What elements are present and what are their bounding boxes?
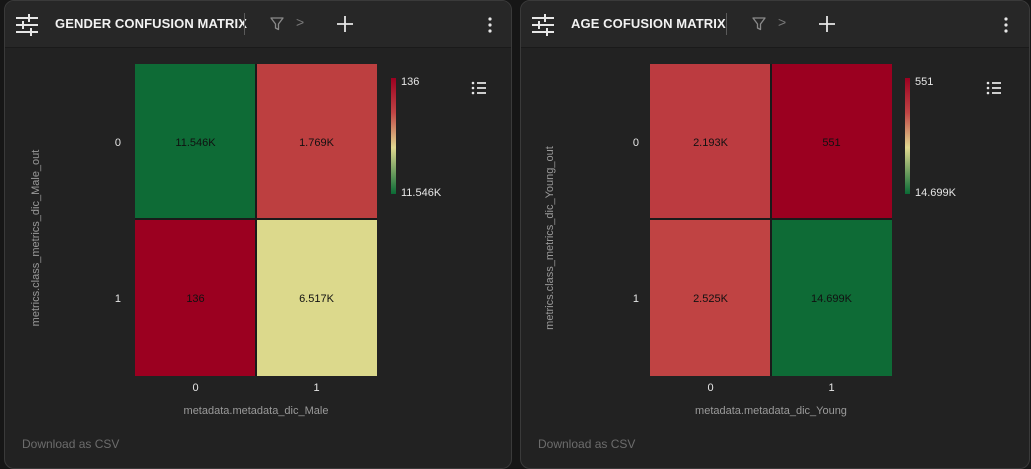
cell-label: 11.546K [175,137,216,149]
breadcrumb-chevron: > [778,14,787,30]
x-tick-label: 0 [707,382,713,394]
header-divider [244,13,245,35]
y-tick-label: 0 [115,137,121,149]
cell-label: 136 [186,293,204,305]
add-icon[interactable] [819,16,835,32]
header-divider [726,13,727,35]
cell-label: 6.517K [299,293,335,305]
colorbar-min-label: 14.699K [915,187,957,199]
download-csv-link[interactable]: Download as CSV [538,437,635,451]
panel-header: GENDER CONFUSION MATRIX > [5,1,511,48]
x-tick-label: 1 [313,382,319,394]
cell-1-1: 14.699K [771,219,892,376]
x-axis-title: metadata.metadata_dic_Young [695,405,847,417]
panel-title: GENDER CONFUSION MATRIX [55,16,248,31]
cell-label: 2.525K [693,293,729,305]
cell-0-1: 2.525K [650,219,771,376]
settings-sliders-icon[interactable] [532,14,554,36]
cell-0-0: 2.193K [650,64,771,219]
gender-heatmap: 11.546K 1.769K 136 6.517K 0 1 0 1 metada… [30,64,486,417]
settings-sliders-icon[interactable] [16,14,38,36]
cell-1-0: 1.769K [256,64,377,219]
x-tick-label: 1 [828,382,834,394]
filter-icon[interactable] [752,17,766,31]
cell-label: 14.699K [811,293,853,305]
legend-list-icon[interactable] [471,81,486,95]
age-heatmap: 2.193K 551 2.525K 14.699K 0 1 0 1 metada… [544,64,1001,417]
cell-0-0: 11.546K [135,64,256,219]
x-axis-title: metadata.metadata_dic_Male [184,405,329,417]
cell-1-1: 6.517K [256,219,377,376]
cell-0-1: 136 [135,219,256,376]
download-csv-link[interactable]: Download as CSV [22,437,119,451]
more-options-icon[interactable] [488,17,492,33]
age-confusion-panel: AGE COFUSION MATRIX > 2.193K 551 2.525K … [520,0,1030,469]
cell-label: 2.193K [693,137,729,149]
filter-icon[interactable] [270,17,284,31]
x-tick-label: 0 [192,382,198,394]
y-tick-label: 0 [633,137,639,149]
more-options-icon[interactable] [1004,17,1008,33]
y-tick-label: 1 [633,293,639,305]
colorbar-max-label: 551 [915,76,933,88]
colorbar-max-label: 136 [401,76,419,88]
add-icon[interactable] [337,16,353,32]
panel-title: AGE COFUSION MATRIX [571,16,726,31]
y-tick-label: 1 [115,293,121,305]
y-axis-title: metrics.class_metrics_dic_Male_out [30,150,42,327]
colorbar [905,78,910,194]
cell-label: 551 [822,137,840,149]
gender-confusion-panel: GENDER CONFUSION MATRIX > 11.546K 1.769K… [4,0,512,469]
y-axis-title: metrics.class_metrics_dic_Young_out [544,146,556,330]
colorbar [391,78,396,194]
cell-1-0: 551 [771,64,892,219]
panel-header: AGE COFUSION MATRIX > [521,1,1029,48]
colorbar-min-label: 11.546K [401,187,442,199]
breadcrumb-chevron: > [296,14,305,30]
legend-list-icon[interactable] [986,81,1001,95]
cell-label: 1.769K [299,137,335,149]
